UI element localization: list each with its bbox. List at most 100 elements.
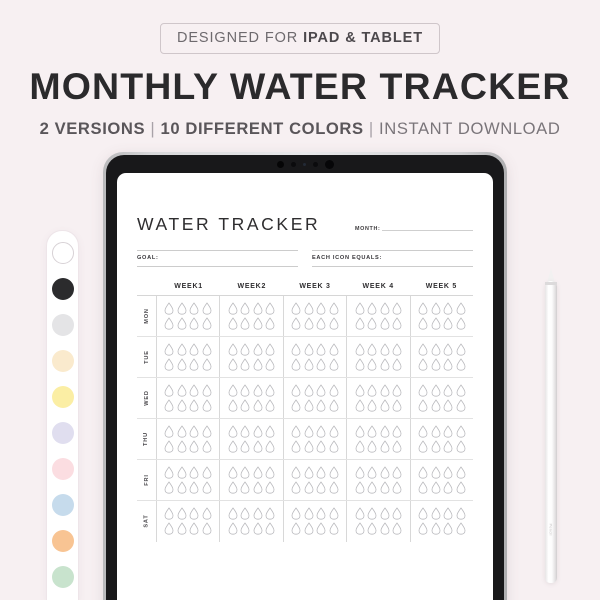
tracker-cell-mon-w2[interactable] [220, 295, 284, 336]
water-drop-icon[interactable] [228, 398, 238, 412]
water-drop-icon[interactable] [456, 301, 466, 315]
color-swatch-light-gray[interactable] [51, 314, 74, 336]
water-drop-icon[interactable] [316, 465, 326, 479]
each-icon-equals-field[interactable]: EACH ICON EQUALS: [312, 250, 473, 267]
water-drop-icon[interactable] [265, 342, 275, 356]
water-drop-icon[interactable] [380, 522, 390, 535]
water-drop-icon[interactable] [177, 383, 187, 397]
tracker-cell-tue-w2[interactable] [220, 336, 284, 377]
water-drop-icon[interactable] [392, 316, 402, 330]
water-drop-icon[interactable] [418, 522, 428, 535]
water-drop-icon[interactable] [240, 522, 250, 535]
water-drop-icon[interactable] [329, 507, 339, 520]
tracker-cell-sat-w2[interactable] [220, 500, 284, 542]
water-drop-icon[interactable] [355, 301, 365, 315]
water-drop-icon[interactable] [392, 522, 402, 535]
water-drop-icon[interactable] [164, 316, 174, 330]
water-drop-icon[interactable] [392, 507, 402, 520]
water-drop-icon[interactable] [316, 301, 326, 315]
water-drop-icon[interactable] [418, 301, 428, 315]
water-drop-icon[interactable] [304, 342, 314, 356]
water-drop-icon[interactable] [291, 480, 301, 494]
water-drop-icon[interactable] [316, 383, 326, 397]
water-drop-icon[interactable] [291, 424, 301, 438]
water-drop-icon[interactable] [177, 301, 187, 315]
month-field[interactable]: MONTH: [355, 226, 473, 233]
tracker-cell-thu-w2[interactable] [220, 418, 284, 459]
water-drop-icon[interactable] [164, 465, 174, 479]
water-drop-icon[interactable] [355, 383, 365, 397]
water-drop-icon[interactable] [164, 424, 174, 438]
water-drop-icon[interactable] [418, 424, 428, 438]
water-drop-icon[interactable] [380, 398, 390, 412]
water-drop-icon[interactable] [265, 316, 275, 330]
water-drop-icon[interactable] [164, 342, 174, 356]
water-drop-icon[interactable] [240, 301, 250, 315]
tracker-cell-wed-w3[interactable] [284, 377, 348, 418]
tracker-cell-fri-w2[interactable] [220, 459, 284, 500]
water-drop-icon[interactable] [228, 522, 238, 535]
water-drop-icon[interactable] [265, 398, 275, 412]
water-drop-icon[interactable] [418, 507, 428, 520]
water-drop-icon[interactable] [240, 507, 250, 520]
tablet-screen[interactable]: WATER TRACKER MONTH: GOAL: EACH ICON EQU… [117, 173, 493, 600]
water-drop-icon[interactable] [380, 301, 390, 315]
goal-field[interactable]: GOAL: [137, 250, 298, 267]
water-drop-icon[interactable] [228, 301, 238, 315]
water-drop-icon[interactable] [228, 507, 238, 520]
water-drop-icon[interactable] [240, 316, 250, 330]
water-drop-icon[interactable] [253, 439, 263, 453]
water-drop-icon[interactable] [418, 342, 428, 356]
water-drop-icon[interactable] [443, 398, 453, 412]
water-drop-icon[interactable] [228, 383, 238, 397]
water-drop-icon[interactable] [456, 424, 466, 438]
water-drop-icon[interactable] [418, 398, 428, 412]
tracker-cell-thu-w4[interactable] [347, 418, 411, 459]
water-drop-icon[interactable] [304, 316, 314, 330]
water-drop-icon[interactable] [202, 522, 212, 535]
water-drop-icon[interactable] [443, 480, 453, 494]
tracker-cell-fri-w3[interactable] [284, 459, 348, 500]
water-drop-icon[interactable] [355, 507, 365, 520]
water-drop-icon[interactable] [329, 480, 339, 494]
water-drop-icon[interactable] [291, 383, 301, 397]
water-drop-icon[interactable] [189, 316, 199, 330]
water-drop-icon[interactable] [240, 398, 250, 412]
water-drop-icon[interactable] [228, 357, 238, 371]
water-drop-icon[interactable] [456, 383, 466, 397]
water-drop-icon[interactable] [392, 342, 402, 356]
water-drop-icon[interactable] [392, 424, 402, 438]
water-drop-icon[interactable] [164, 357, 174, 371]
water-drop-icon[interactable] [177, 439, 187, 453]
water-drop-icon[interactable] [367, 522, 377, 535]
water-drop-icon[interactable] [418, 480, 428, 494]
water-drop-icon[interactable] [456, 480, 466, 494]
water-drop-icon[interactable] [240, 424, 250, 438]
color-swatch-green[interactable] [51, 566, 74, 588]
water-drop-icon[interactable] [202, 398, 212, 412]
water-drop-icon[interactable] [418, 439, 428, 453]
water-drop-icon[interactable] [265, 439, 275, 453]
water-drop-icon[interactable] [367, 383, 377, 397]
water-drop-icon[interactable] [240, 465, 250, 479]
tracker-cell-fri-w4[interactable] [347, 459, 411, 500]
water-drop-icon[interactable] [164, 480, 174, 494]
water-drop-icon[interactable] [189, 342, 199, 356]
water-drop-icon[interactable] [164, 439, 174, 453]
water-drop-icon[interactable] [329, 465, 339, 479]
water-drop-icon[interactable] [329, 316, 339, 330]
water-drop-icon[interactable] [443, 357, 453, 371]
water-drop-icon[interactable] [380, 316, 390, 330]
water-drop-icon[interactable] [265, 424, 275, 438]
tracker-cell-tue-w4[interactable] [347, 336, 411, 377]
water-drop-icon[interactable] [392, 439, 402, 453]
water-drop-icon[interactable] [189, 357, 199, 371]
color-swatch-white[interactable] [51, 242, 74, 264]
water-drop-icon[interactable] [431, 316, 441, 330]
water-drop-icon[interactable] [240, 480, 250, 494]
water-drop-icon[interactable] [456, 316, 466, 330]
water-drop-icon[interactable] [164, 398, 174, 412]
water-drop-icon[interactable] [367, 301, 377, 315]
water-drop-icon[interactable] [431, 424, 441, 438]
tracker-cell-thu-w3[interactable] [284, 418, 348, 459]
